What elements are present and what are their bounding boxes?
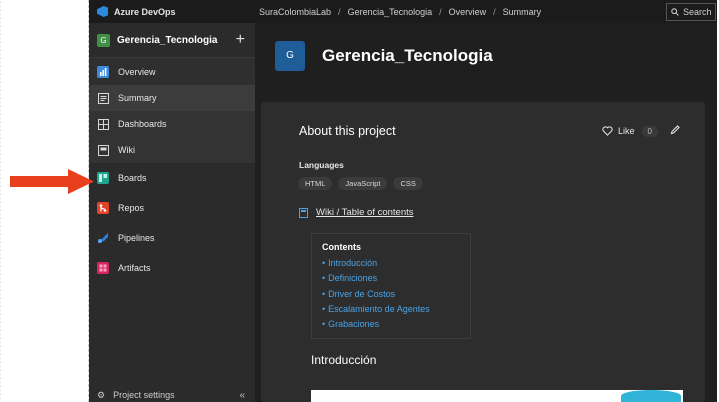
main-content: G Gerencia_Tecnologia About this project… [255, 23, 717, 402]
toc-item[interactable]: • Definiciones [322, 271, 470, 286]
about-title: About this project [299, 124, 396, 138]
sidebar-item-boards[interactable]: Boards [89, 163, 255, 193]
collapse-sidebar-icon[interactable]: « [239, 390, 245, 401]
breadcrumb-separator: / [493, 6, 496, 17]
wiki-icon [97, 144, 109, 156]
contents-title: Contents [322, 242, 361, 252]
intro-image [311, 390, 683, 402]
overview-group: Overview Summary Dashboards Wiki [89, 58, 255, 163]
boards-icon [97, 172, 109, 184]
sidebar-item-pipelines[interactable]: Pipelines [89, 223, 255, 253]
search-input[interactable]: Search [666, 2, 716, 21]
sidebar-item-label: Boards [118, 173, 147, 183]
toc-item[interactable]: • Introducción [322, 256, 470, 271]
languages-label: Languages [299, 160, 344, 170]
sidebar-item-wiki[interactable]: Wiki [89, 137, 255, 163]
new-item-plus-icon[interactable]: + [236, 32, 245, 48]
sidebar-item-label: Dashboards [118, 119, 167, 129]
about-project-card: About this project Like 0 Languages HTML… [261, 102, 705, 402]
summary-icon [97, 92, 109, 104]
edit-pencil-icon[interactable] [670, 122, 681, 140]
sidebar-item-label: Wiki [118, 145, 135, 155]
azure-devops-logo-icon [97, 6, 108, 17]
heart-icon [602, 126, 613, 136]
sidebar-item-label: Pipelines [118, 233, 155, 243]
wiki-page-icon [299, 207, 308, 218]
breadcrumb-project[interactable]: Gerencia_Tecnologia [348, 7, 433, 17]
like-button[interactable]: Like 0 [602, 125, 658, 137]
pipelines-icon [97, 232, 109, 244]
breadcrumb-separator: / [338, 6, 341, 17]
language-chip: HTML [298, 177, 333, 190]
breadcrumb-overview[interactable]: Overview [449, 7, 487, 17]
sidebar-item-label: Repos [118, 203, 145, 213]
breadcrumb-org[interactable]: SuraColombiaLab [259, 7, 331, 17]
project-title-row: G Gerencia_Tecnologia [255, 23, 717, 88]
project-settings[interactable]: ⚙ Project settings « [89, 388, 255, 402]
page-title: Gerencia_Tecnologia [322, 45, 493, 65]
brand-name: Azure DevOps [114, 6, 176, 17]
toc-item[interactable]: • Driver de Costos [322, 287, 470, 302]
azure-devops-app: Azure DevOps SuraColombiaLab / Gerencia_… [89, 0, 717, 402]
wiki-toc-link[interactable]: Wiki / Table of contents [261, 207, 705, 218]
breadcrumb-summary[interactable]: Summary [503, 7, 542, 17]
dashboards-icon [97, 118, 109, 130]
intro-heading: Introducción [311, 353, 377, 367]
gear-icon: ⚙ [97, 389, 106, 400]
like-label: Like [618, 126, 635, 136]
project-avatar-large: G [275, 40, 305, 71]
card-header: About this project Like 0 [261, 102, 705, 140]
sidebar-item-artifacts[interactable]: Artifacts [89, 253, 255, 283]
sidebar-project-name: Gerencia_Tecnologia [117, 34, 218, 46]
sidebar-item-repos[interactable]: Repos [89, 193, 255, 223]
top-bar: Azure DevOps SuraColombiaLab / Gerencia_… [89, 0, 717, 23]
left-margin [0, 0, 89, 402]
sidebar-item-overview[interactable]: Overview [89, 58, 255, 85]
toc-item[interactable]: • Grabaciones [322, 317, 470, 332]
breadcrumb: SuraColombiaLab / Gerencia_Tecnologia / … [255, 7, 666, 17]
sidebar-item-label: Artifacts [118, 263, 151, 273]
breadcrumb-separator: / [439, 6, 442, 17]
toc-item[interactable]: • Escalamiento de Agentes [322, 302, 470, 317]
project-settings-label: Project settings [113, 390, 175, 400]
repos-icon [97, 202, 109, 214]
language-chip: JavaScript [338, 177, 388, 190]
language-chips: HTML JavaScript CSS [261, 177, 705, 190]
search-icon [671, 7, 679, 16]
brand[interactable]: Azure DevOps [89, 0, 255, 23]
banner-swoosh [621, 390, 681, 402]
artifacts-icon [97, 262, 109, 274]
like-count: 0 [641, 125, 658, 137]
search-label: Search [683, 6, 712, 17]
annotation-arrow [10, 169, 94, 194]
sidebar-item-label: Summary [118, 93, 157, 103]
language-chip: CSS [393, 177, 423, 190]
table-of-contents: Contents • Introducción • Definiciones • Dr… [311, 233, 471, 339]
overview-icon [97, 65, 109, 78]
wiki-link-label: Wiki / Table of contents [316, 207, 414, 218]
sidebar: G Gerencia_Tecnologia + Overview Summary [89, 23, 255, 402]
sidebar-item-summary[interactable]: Summary [89, 85, 255, 111]
project-avatar: G [97, 33, 110, 47]
sidebar-item-dashboards[interactable]: Dashboards [89, 111, 255, 137]
sidebar-project-header[interactable]: G Gerencia_Tecnologia + [89, 23, 255, 58]
sidebar-item-label: Overview [118, 66, 156, 77]
